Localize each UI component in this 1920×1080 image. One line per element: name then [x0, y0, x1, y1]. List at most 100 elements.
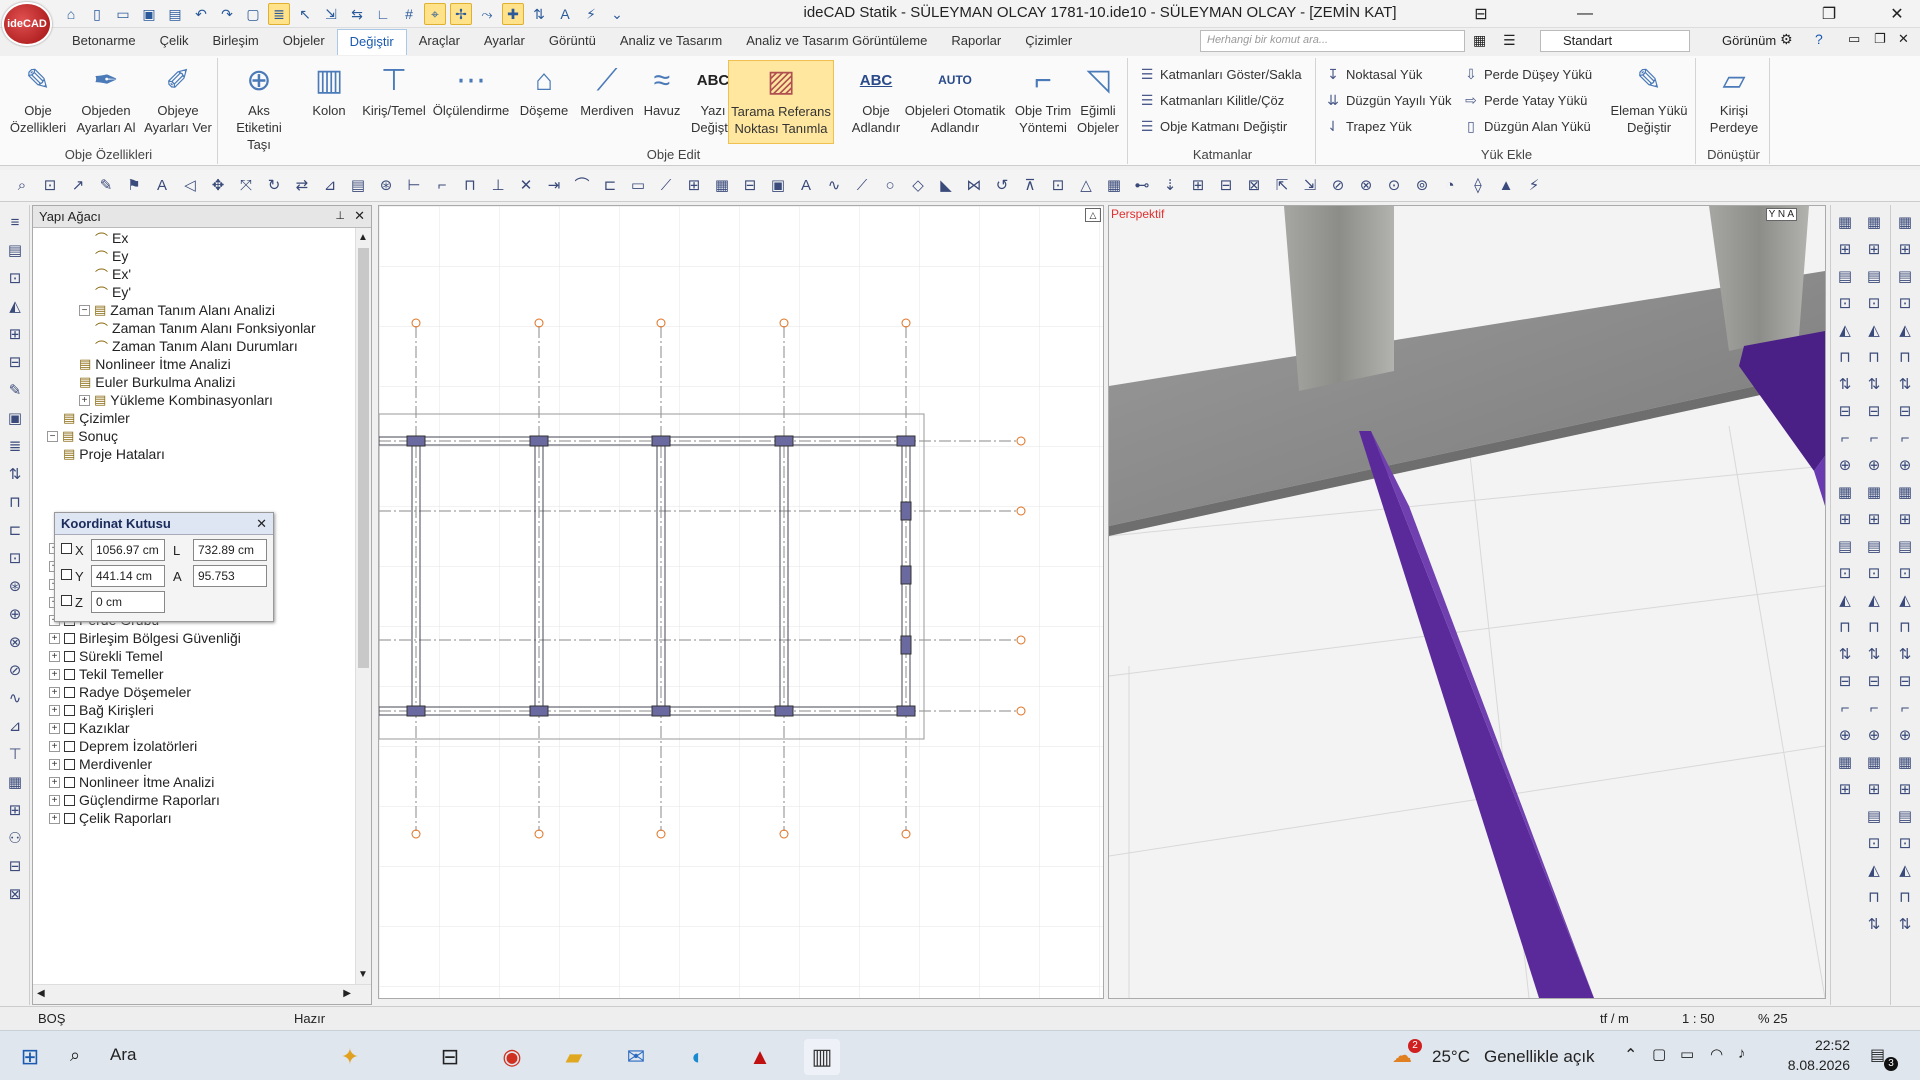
left-tool-icon[interactable]: ✎: [5, 381, 25, 401]
tool-icon[interactable]: ◣: [936, 176, 956, 196]
tab-4[interactable]: Değiştir: [336, 29, 407, 55]
snap-icon[interactable]: ⌖: [424, 3, 446, 25]
right-tool-icon[interactable]: ⊟: [1864, 672, 1884, 692]
tool-icon[interactable]: ⊙: [1384, 176, 1404, 196]
viewport-maximize-icon[interactable]: △: [1085, 208, 1101, 222]
right-tool-icon[interactable]: ⊟: [1835, 672, 1855, 692]
left-tool-icon[interactable]: ≣: [5, 437, 25, 457]
right-tool-icon[interactable]: ⌐: [1835, 429, 1855, 449]
right-tool-icon[interactable]: ⊓: [1835, 618, 1855, 638]
scroll-right-icon[interactable]: ▶: [343, 988, 351, 999]
chrome-icon[interactable]: ◉: [494, 1039, 530, 1075]
tool-icon[interactable]: ▤: [348, 176, 368, 196]
expand-toggle[interactable]: +: [49, 812, 60, 824]
right-tool-icon[interactable]: ⇅: [1864, 645, 1884, 665]
tab-8[interactable]: Analiz ve Tasarım: [608, 29, 734, 55]
scroll-thumb[interactable]: [358, 248, 369, 668]
obje-katmani-degistir-button[interactable]: ☰ Obje Katmanı Değiştir: [1138, 116, 1287, 136]
right-tool-icon[interactable]: ▤: [1864, 807, 1884, 827]
expand-toggle[interactable]: +: [49, 722, 60, 734]
tree-node[interactable]: ⌒ Ey: [95, 246, 128, 266]
left-tool-icon[interactable]: ≡: [5, 213, 25, 233]
right-tool-icon[interactable]: ▤: [1895, 537, 1915, 557]
right-tool-icon[interactable]: ⇅: [1864, 375, 1884, 395]
left-tool-icon[interactable]: ⊿: [5, 717, 25, 737]
settings-icon[interactable]: ⚙: [1780, 31, 1793, 48]
left-tool-icon[interactable]: ⊞: [5, 801, 25, 821]
left-tool-icon[interactable]: ⇅: [5, 465, 25, 485]
right-tool-icon[interactable]: ⊓: [1864, 888, 1884, 908]
right-tool-icon[interactable]: ▦: [1835, 483, 1855, 503]
right-tool-icon[interactable]: ▦: [1835, 213, 1855, 233]
tool-icon[interactable]: ⊛: [376, 176, 396, 196]
right-tool-icon[interactable]: ◭: [1864, 591, 1884, 611]
save-icon[interactable]: ▣: [138, 3, 160, 25]
node-checkbox[interactable]: [64, 740, 75, 752]
y-field[interactable]: 441.14 cm: [91, 565, 165, 587]
right-tool-icon[interactable]: ◭: [1835, 591, 1855, 611]
edge-icon[interactable]: ◐: [680, 1039, 716, 1075]
tool-icon[interactable]: ⊓: [460, 176, 480, 196]
node-checkbox[interactable]: [64, 776, 75, 788]
tree-node[interactable]: + Merdivenler: [49, 754, 152, 774]
tool-icon[interactable]: ⇄: [292, 176, 312, 196]
right-tool-icon[interactable]: ⊞: [1895, 240, 1915, 260]
left-tool-icon[interactable]: ⊓: [5, 493, 25, 513]
y-lock-checkbox[interactable]: [61, 569, 72, 580]
tool-icon[interactable]: ⋈: [964, 176, 984, 196]
undo-icon[interactable]: ↶: [190, 3, 212, 25]
right-tool-icon[interactable]: ⊡: [1835, 564, 1855, 584]
right-tool-icon[interactable]: ⊓: [1895, 348, 1915, 368]
right-tool-icon[interactable]: ⊟: [1864, 402, 1884, 422]
merdiven-button[interactable]: ⟋ Merdiven: [574, 60, 640, 119]
node-checkbox[interactable]: [64, 650, 75, 662]
right-tool-icon[interactable]: ▤: [1835, 537, 1855, 557]
right-tool-icon[interactable]: ⊕: [1864, 456, 1884, 476]
tool-icon[interactable]: ◔: [1440, 176, 1460, 196]
tool-icon[interactable]: △: [1076, 176, 1096, 196]
tool-icon[interactable]: ⊿: [320, 176, 340, 196]
right-tool-icon[interactable]: ⊞: [1864, 240, 1884, 260]
tree-node[interactable]: ⌒ Ey': [95, 282, 131, 302]
right-tool-icon[interactable]: ◭: [1895, 861, 1915, 881]
tree-node[interactable]: + Çelik Raporları: [49, 808, 172, 828]
taskbar-search[interactable]: Ara: [110, 1045, 136, 1065]
tool-icon[interactable]: ⇱: [1272, 176, 1292, 196]
right-tool-icon[interactable]: ⊓: [1864, 618, 1884, 638]
tool-icon[interactable]: ⊞: [1188, 176, 1208, 196]
expand-toggle[interactable]: +: [49, 758, 60, 770]
duzgun-alan-yuku-button[interactable]: ▯ Düzgün Alan Yükü: [1462, 116, 1591, 136]
node-checkbox[interactable]: [64, 794, 75, 806]
tool-icon[interactable]: ⊢: [404, 176, 424, 196]
right-tool-icon[interactable]: ▤: [1864, 537, 1884, 557]
tab-5[interactable]: Araçlar: [407, 29, 472, 55]
restore-doc-icon[interactable]: ❐: [1874, 31, 1886, 47]
scroll-down-icon[interactable]: ▼: [358, 969, 368, 980]
tab-3[interactable]: Objeler: [271, 29, 337, 55]
right-tool-icon[interactable]: ⌐: [1835, 699, 1855, 719]
x-field[interactable]: 1056.97 cm: [91, 539, 165, 561]
tool-icon[interactable]: ▲: [1496, 176, 1516, 196]
tool-icon[interactable]: ▦: [1104, 176, 1124, 196]
status-zoom[interactable]: % 25: [1758, 1011, 1788, 1026]
expand-toggle[interactable]: +: [49, 740, 60, 752]
tool-icon[interactable]: ⊼: [1020, 176, 1040, 196]
home-icon[interactable]: ⌂: [60, 3, 82, 25]
right-tool-icon[interactable]: ⌐: [1895, 429, 1915, 449]
chevron-up-icon[interactable]: ⌃: [1624, 1045, 1637, 1065]
right-tool-icon[interactable]: ⊕: [1835, 456, 1855, 476]
tool-icon[interactable]: ✎: [96, 176, 116, 196]
right-tool-icon[interactable]: ⌐: [1895, 699, 1915, 719]
right-tool-icon[interactable]: ▦: [1864, 213, 1884, 233]
right-tool-icon[interactable]: ⊟: [1835, 402, 1855, 422]
right-tool-icon[interactable]: ⊞: [1895, 780, 1915, 800]
grid-snap-icon[interactable]: #: [398, 3, 420, 25]
right-tool-icon[interactable]: ⊓: [1864, 348, 1884, 368]
expand-toggle[interactable]: +: [49, 650, 60, 662]
right-tool-icon[interactable]: ⊓: [1895, 618, 1915, 638]
right-tool-icon[interactable]: ⇅: [1895, 645, 1915, 665]
tab-10[interactable]: Raporlar: [939, 29, 1013, 55]
z-lock-checkbox[interactable]: [61, 595, 72, 606]
tool-icon[interactable]: ⟋: [852, 176, 872, 196]
tool-icon[interactable]: ⊘: [1328, 176, 1348, 196]
